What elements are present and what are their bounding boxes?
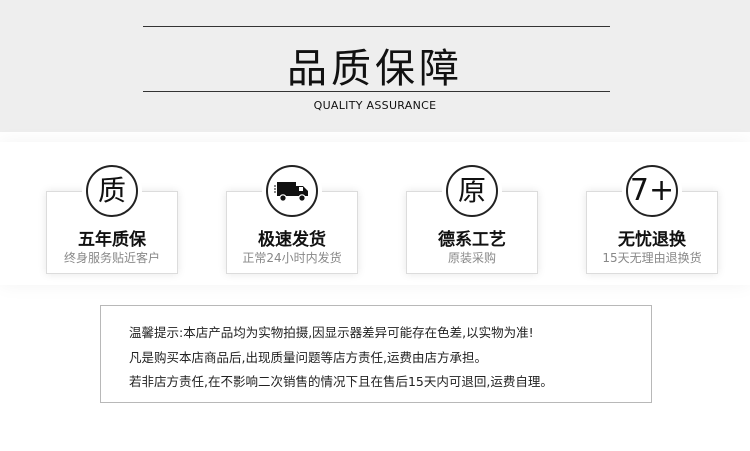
feature-badge-shipping [266, 165, 318, 217]
feature-badge-warranty: 质 [86, 165, 138, 217]
header-section: 品质保障 QUALITY ASSURANCE [0, 0, 750, 132]
notice-line-3: 若非店方责任,在不影响二次销售的情况下且在售后15天内可退回,运费自理。 [129, 374, 553, 389]
feature-desc: 正常24小时内发货 [242, 251, 342, 265]
notice-box: 温馨提示:本店产品均为实物拍摄,因显示器差异可能存在色差,以实物为准! 凡是购买… [100, 305, 652, 403]
badge-text: 7+ [629, 173, 675, 208]
notice-line-2: 凡是购买本店商品后,出现质量问题等店方责任,运费由店方承担。 [129, 350, 487, 365]
header-bottom-rule [143, 91, 610, 92]
truck-icon [274, 182, 308, 202]
page-subtitle: QUALITY ASSURANCE [313, 99, 437, 112]
header-top-rule [143, 26, 610, 27]
notice-line-1: 温馨提示:本店产品均为实物拍摄,因显示器差异可能存在色差,以实物为准! [129, 325, 534, 340]
feature-name: 无忧退换 [618, 230, 686, 250]
page-title: 品质保障 [287, 46, 463, 92]
feature-desc: 终身服务贴近客户 [63, 251, 160, 265]
badge-text: 质 [97, 174, 126, 207]
feature-name: 德系工艺 [438, 230, 506, 250]
feature-desc: 原装采购 [447, 251, 496, 265]
feature-badge-returns: 7+ [626, 165, 678, 217]
feature-desc: 15天无理由退换货 [602, 251, 702, 265]
feature-name: 极速发货 [258, 230, 326, 250]
feature-name: 五年质保 [78, 230, 146, 250]
feature-badge-craft: 原 [446, 165, 498, 217]
badge-text: 原 [457, 174, 486, 207]
